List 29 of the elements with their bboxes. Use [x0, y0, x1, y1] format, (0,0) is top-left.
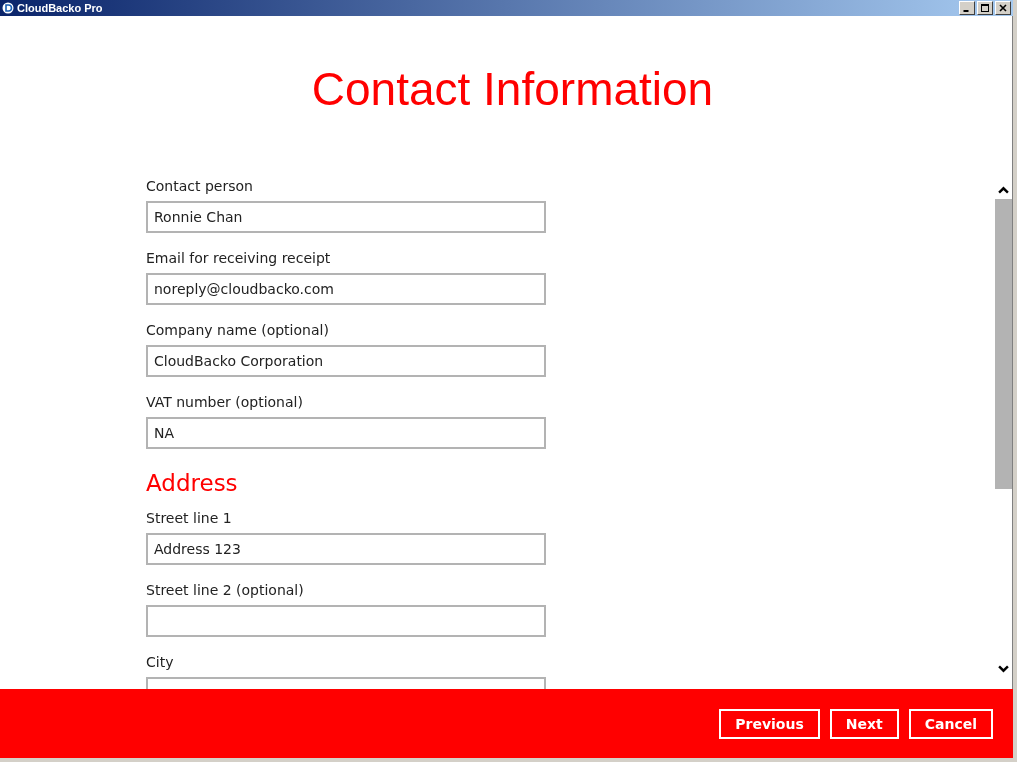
close-button[interactable] [995, 1, 1011, 15]
app-logo-icon [2, 2, 14, 14]
input-field[interactable]: noreply@cloudbacko.com [146, 273, 546, 305]
scrollbar-thumb[interactable] [995, 199, 1012, 489]
window-title: CloudBacko Pro [17, 2, 104, 14]
field-label: Street line 1 [146, 509, 233, 528]
footer-button[interactable]: Previous [719, 708, 820, 739]
scroll-down-icon[interactable] [998, 664, 1009, 673]
field-label: Contact person [146, 177, 254, 196]
scroll-up-icon[interactable] [998, 186, 1009, 195]
input-field[interactable]: NA [146, 417, 546, 449]
input-field[interactable]: Address 123 [146, 533, 546, 565]
minimize-button[interactable] [959, 1, 975, 15]
field-label: Email for receiving receipt [146, 249, 332, 268]
close-icon [998, 3, 1008, 13]
footer-button[interactable]: Cancel [908, 708, 993, 739]
field-label: Street line 2 (optional) [146, 581, 305, 600]
input-field[interactable] [146, 605, 546, 637]
footer-button[interactable]: Next [829, 708, 899, 739]
minimize-icon [963, 10, 969, 12]
input-field[interactable]: Ronnie Chan [146, 201, 546, 233]
maximize-button[interactable] [977, 1, 993, 15]
input-field[interactable]: CloudBacko Corporation [146, 345, 546, 377]
maximize-icon [980, 3, 990, 13]
field-label: City [146, 653, 175, 672]
section-heading: Address [146, 469, 239, 498]
page-title: Contact Information [310, 62, 715, 117]
field-label: VAT number (optional) [146, 393, 304, 412]
field-label: Company name (optional) [146, 321, 330, 340]
